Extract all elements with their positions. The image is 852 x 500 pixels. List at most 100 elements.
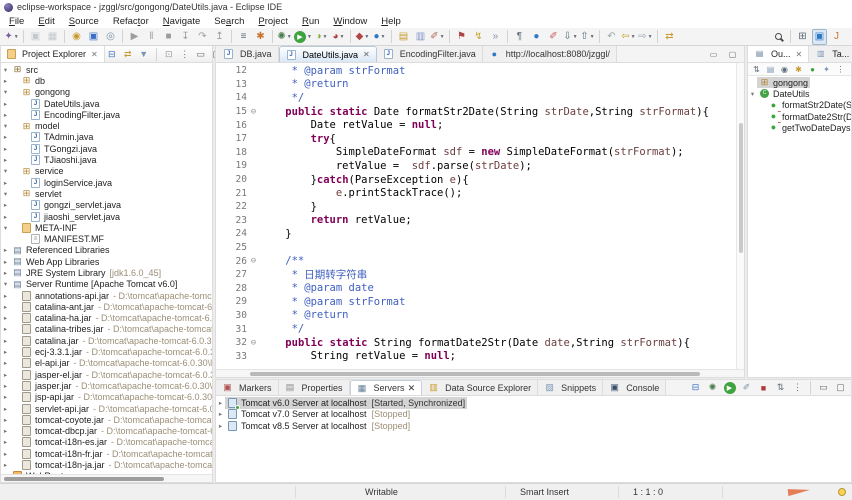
tree-item[interactable]: ▸jasper.jar- D:\tomcat\apache-tomcat-6.0… — [1, 380, 212, 391]
tree-item[interactable]: ▸servlet-api.jar- D:\tomcat\apache-tomca… — [1, 403, 212, 414]
project-explorer-tab[interactable]: Project Explorer ✕ — [1, 46, 105, 62]
collapse-arrow-icon[interactable]: ▾ — [1, 122, 10, 130]
editor-vscrollbar[interactable] — [736, 63, 744, 369]
bottom-tab-snippets[interactable]: ▨Snippets — [538, 380, 603, 395]
expand-arrow-icon[interactable]: ▸ — [1, 201, 10, 209]
menu-source[interactable]: Source — [62, 16, 106, 27]
editor-tab[interactable]: ●http://localhost:8080/jzggl/ — [483, 46, 617, 62]
menu-window[interactable]: Window — [326, 16, 374, 27]
editor-tab[interactable]: JEncodingFilter.java — [377, 46, 483, 62]
import-icon[interactable]: ▤ — [396, 29, 411, 45]
expand-arrow-icon[interactable]: ▸ — [1, 292, 10, 300]
fold-collapse-icon[interactable]: ⊖ — [247, 256, 260, 266]
collapse-arrow-icon[interactable]: ▾ — [1, 88, 10, 96]
stop-server-icon[interactable]: ■ — [757, 381, 770, 394]
code-line[interactable]: 15⊖ public static Date formatStr2Date(St… — [216, 105, 736, 119]
dropdown-arrow-icon[interactable]: ▼ — [340, 34, 345, 40]
tree-item[interactable]: ▸tomcat-coyote.jar- D:\tomcat\apache-tom… — [1, 414, 212, 425]
tree-item[interactable]: ▸Jgongzi_servlet.java — [1, 200, 212, 211]
code-line[interactable]: 20 }catch(ParseException e){ — [216, 173, 736, 187]
outline-item[interactable]: ●SformatDate2Str(Date — [748, 111, 851, 122]
tree-item[interactable]: ▸ecj-3.3.1.jar- D:\tomcat\apache-tomcat-… — [1, 346, 212, 357]
code-line[interactable]: 32⊖ public static String formatDate2Str(… — [216, 336, 736, 350]
expand-arrow-icon[interactable]: ▸ — [1, 382, 10, 390]
expand-arrow-icon[interactable]: ▸ — [1, 179, 10, 187]
tree-item[interactable]: ▸JEncodingFilter.java — [1, 109, 212, 120]
external-tools-icon[interactable]: ◆▼ — [355, 29, 370, 45]
expand-arrow-icon[interactable]: ▸ — [1, 438, 10, 446]
search-icon[interactable] — [771, 29, 786, 45]
code-line[interactable]: 26⊖ /** — [216, 254, 736, 268]
editor-hscrollbar[interactable] — [216, 369, 744, 377]
fold-collapse-icon[interactable]: ⊖ — [247, 338, 260, 348]
expand-arrow-icon[interactable]: ▸ — [1, 156, 10, 164]
expand-arrow-icon[interactable]: ▸ — [1, 133, 10, 141]
tree-item[interactable]: ▸el-api.jar- D:\tomcat\apache-tomcat-6.0… — [1, 358, 212, 369]
perspective-java-icon[interactable]: J — [829, 29, 844, 45]
collapse-all-icon[interactable]: ⊟ — [106, 48, 118, 61]
start-server-icon[interactable]: ▶ — [723, 381, 736, 394]
code-line[interactable]: 13 * @return — [216, 78, 736, 92]
tree-item[interactable]: ≡MANIFEST.MF — [1, 233, 212, 244]
expand-arrow-icon[interactable]: ▸ — [1, 427, 10, 435]
fold-collapse-icon[interactable]: ⊖ — [247, 107, 260, 117]
outline-item[interactable]: ⊞gongong — [748, 77, 851, 88]
collapse-arrow-icon[interactable]: ▾ — [1, 280, 10, 288]
menu-help[interactable]: Help — [374, 16, 408, 27]
code-line[interactable]: 12 * @param strFormat — [216, 64, 736, 78]
tree-item[interactable]: ▾META-INF — [1, 222, 212, 233]
expand-arrow-icon[interactable]: ▸ — [1, 416, 10, 424]
filter-icon[interactable]: ▼ — [138, 48, 150, 61]
build-icon[interactable]: ↯ — [471, 29, 486, 45]
code-line[interactable]: 16 Date retValue = null; — [216, 118, 736, 132]
minimize-icon[interactable]: ▭ — [706, 46, 721, 62]
tree-item[interactable]: ▸jsp-api.jar- D:\tomcat\apache-tomcat-6.… — [1, 392, 212, 403]
tree-item[interactable]: ▸catalina-ant.jar- D:\tomcat\apache-tomc… — [1, 301, 212, 312]
profile-server-icon[interactable]: ✐ — [740, 381, 753, 394]
watch-icon[interactable]: ◎ — [103, 29, 118, 45]
save-all-icon[interactable]: ▦ — [45, 29, 60, 45]
tree-item[interactable]: ▸▤Web App Libraries — [1, 256, 212, 267]
editor-tab[interactable]: JDateUtils.java✕ — [279, 46, 377, 62]
tree-item[interactable]: ▸JloginService.java — [1, 177, 212, 188]
tree-item[interactable]: ▸JTGongzi.java — [1, 143, 212, 154]
new-wizard-icon[interactable]: ✦▼ — [4, 29, 19, 45]
coverage-icon[interactable]: ◕▼ — [331, 29, 346, 45]
tree-item[interactable]: ▸JTAdmin.java — [1, 132, 212, 143]
menu-edit[interactable]: Edit — [31, 16, 61, 27]
code-line[interactable]: 25 — [216, 241, 736, 255]
debug-server-icon[interactable]: ✺ — [706, 381, 719, 394]
suspend-icon[interactable]: ‖ — [144, 29, 159, 45]
expand-arrow-icon[interactable]: ▸ — [216, 422, 225, 430]
code-line[interactable]: 33 String retValue = null; — [216, 349, 736, 363]
bottom-tab-properties[interactable]: ▤Properties — [279, 380, 350, 395]
dropdown-arrow-icon[interactable]: ▼ — [440, 34, 445, 40]
outline-tab[interactable]: ▤ Ou... ✕ — [748, 46, 809, 62]
outline-item[interactable]: ●SgetTwoDateDays(Da — [748, 122, 851, 133]
expand-arrow-icon[interactable]: ▸ — [1, 348, 10, 356]
perspective-javaee-icon[interactable]: ▣ — [812, 29, 827, 45]
tree-item[interactable]: ▸catalina-tribes.jar- D:\tomcat\apache-t… — [1, 324, 212, 335]
expand-arrow-icon[interactable]: ▸ — [1, 100, 10, 108]
tree-item[interactable]: ▸Jjiaoshi_servlet.java — [1, 211, 212, 222]
code-line[interactable]: 14 */ — [216, 91, 736, 105]
close-icon[interactable]: ✕ — [91, 50, 98, 59]
step-return-icon[interactable]: ↥ — [212, 29, 227, 45]
view-menu-icon[interactable]: ⋮ — [791, 381, 804, 394]
link-with-editor-icon[interactable]: ⇄ — [662, 29, 677, 45]
run-jsp-icon[interactable]: » — [488, 29, 503, 45]
working-set-icon[interactable]: ⊡ — [163, 48, 175, 61]
code-line[interactable]: 30 * @return — [216, 309, 736, 323]
annotate-text-icon[interactable]: ✐ — [546, 29, 561, 45]
hscroll-thumb[interactable] — [250, 372, 700, 376]
minimize-icon[interactable]: ▭ — [817, 381, 830, 394]
tree-item[interactable]: ▸▤Referenced Libraries — [1, 245, 212, 256]
sort-icon[interactable]: ⇅ — [751, 64, 762, 75]
dropdown-arrow-icon[interactable]: ▼ — [648, 34, 653, 40]
expand-arrow-icon[interactable]: ▸ — [1, 145, 10, 153]
code-line[interactable]: 31 */ — [216, 322, 736, 336]
tree-item[interactable]: ▸annotations-api.jar- D:\tomcat\apache-t… — [1, 290, 212, 301]
dropdown-arrow-icon[interactable]: ▼ — [323, 34, 328, 40]
bottom-tab-servers[interactable]: ▦Servers✕ — [350, 380, 423, 395]
expand-arrow-icon[interactable]: ▸ — [1, 111, 10, 119]
